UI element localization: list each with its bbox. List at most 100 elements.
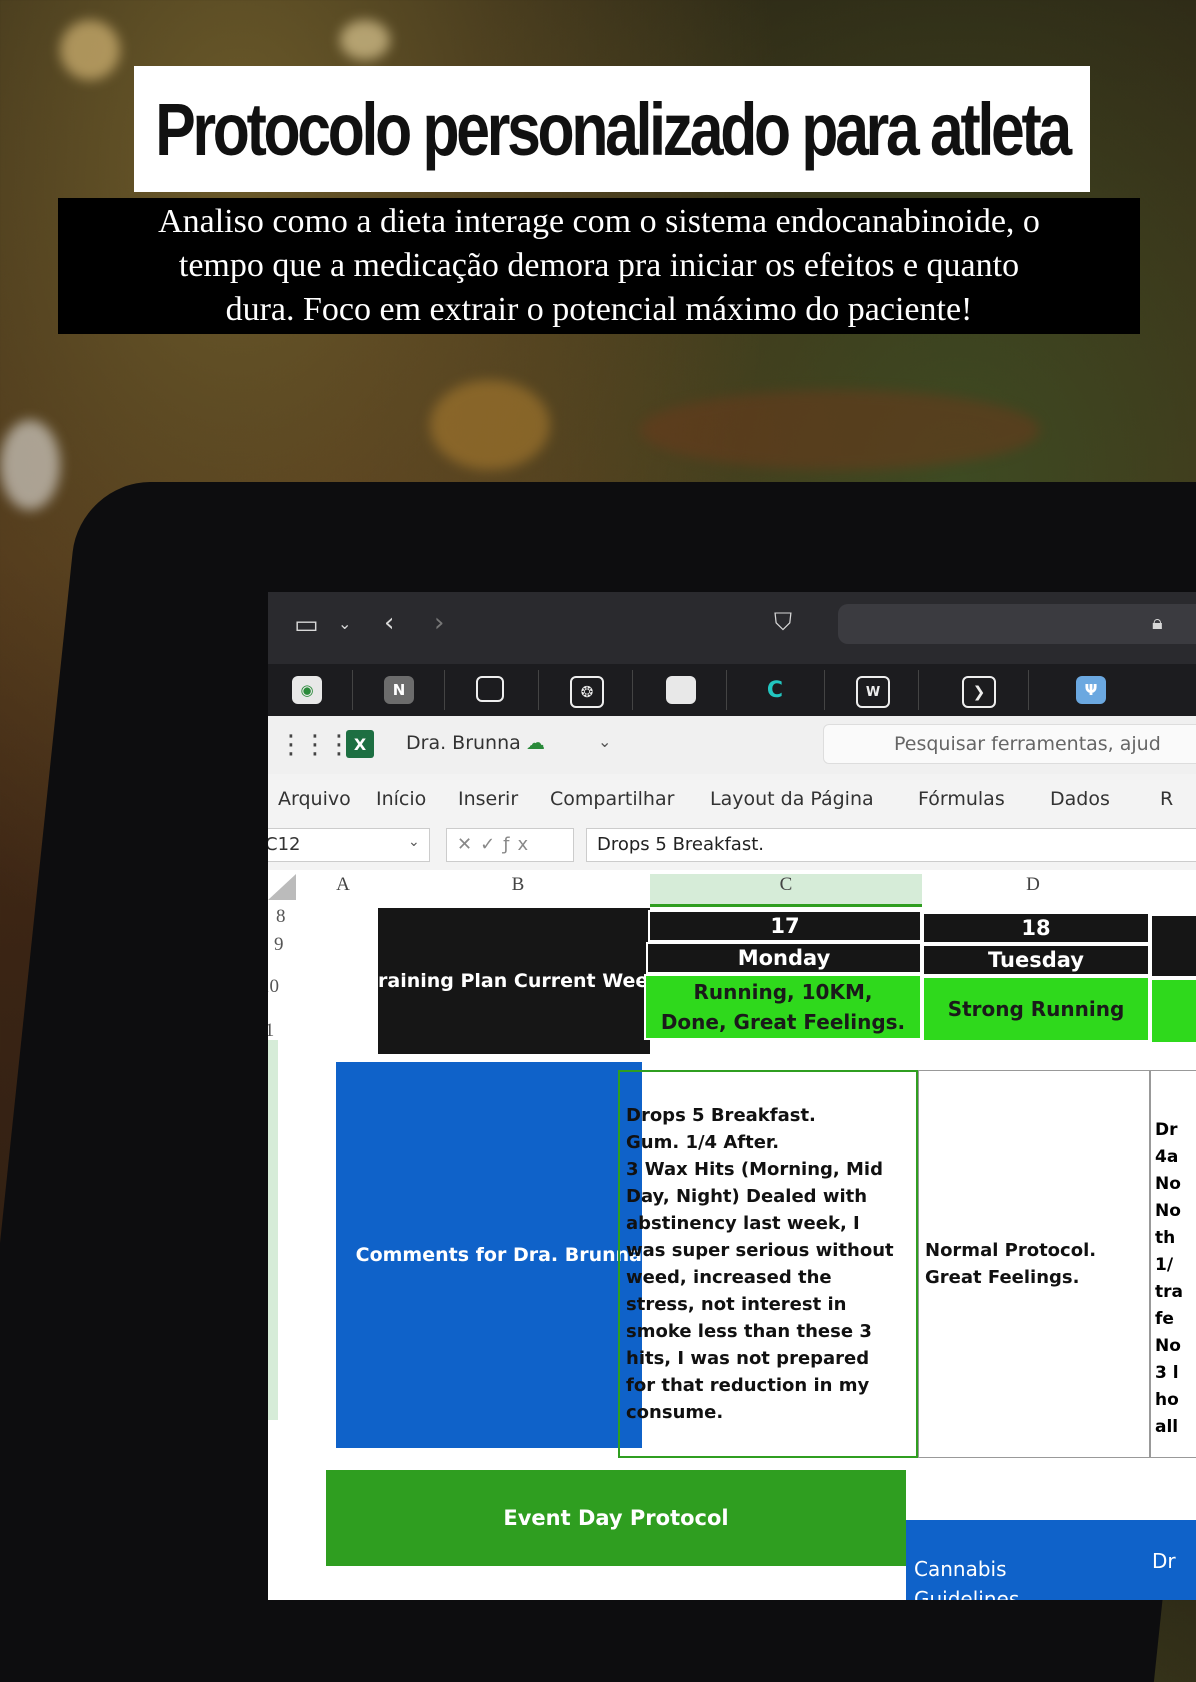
formula-bar: C12 ⌄ ✕✓ƒx Drops 5 Breakfast. — [268, 822, 1196, 870]
spreadsheet-grid: A B C D 8 9 10 11 12 13 14 15 16 raining… — [268, 870, 1196, 1600]
notion-icon[interactable]: N — [384, 676, 414, 704]
date-text: 18 — [1021, 916, 1051, 940]
training-text: Strong Running — [947, 997, 1125, 1021]
menu-inicio[interactable]: Início — [376, 788, 426, 810]
weekday-text: Tuesday — [988, 948, 1084, 972]
weekday-cell[interactable]: Tuesday — [922, 944, 1150, 976]
sidebar-toggle-icon[interactable]: ▭ — [294, 610, 319, 640]
favorite-site-icon[interactable]: ◉ — [292, 676, 322, 704]
training-cell[interactable]: Running, 10KM, Done, Great Feelings. — [644, 974, 922, 1040]
column-header-b[interactable]: B — [498, 874, 538, 904]
divider — [352, 670, 353, 710]
divider — [632, 670, 633, 710]
event-label-text: Event Day Protocol — [503, 1506, 729, 1530]
app-launcher-icon[interactable]: ⋮⋮⋮ — [278, 730, 352, 760]
favorites-bar: ◉ N ❂ C W ❯ Ψ — [268, 664, 1196, 716]
column-header-a[interactable]: A — [328, 874, 358, 904]
background-light — [60, 20, 120, 80]
menu-inserir[interactable]: Inserir — [458, 788, 518, 810]
word-icon[interactable]: W — [856, 676, 890, 708]
weekday-cell[interactable]: Monday — [646, 942, 922, 974]
formula-input[interactable]: Drops 5 Breakfast. — [586, 828, 1196, 862]
browser-toolbar: ▭ ⌄ ‹ › ⛉ 🔒︎ — [268, 592, 1196, 664]
date-cell[interactable]: 18 — [922, 912, 1150, 944]
column-header-d[interactable]: D — [1008, 874, 1058, 904]
excel-header: ⋮⋮⋮ X Dra. Brunna ☁︎ ⌄ ⌕ Pesquisar ferra… — [268, 716, 1196, 774]
partial-cell[interactable]: Dr — [1146, 1520, 1196, 1600]
subtitle-line: Analiso como a dieta interage com o sist… — [158, 203, 1040, 240]
partial-text: No — [1155, 1174, 1181, 1194]
address-bar[interactable] — [838, 604, 1196, 644]
cloud-saved-icon: ☁︎ — [526, 732, 545, 754]
training-plan-label[interactable]: raining Plan Current Wee — [378, 908, 650, 1054]
back-icon[interactable]: ‹ — [384, 608, 394, 638]
divider — [824, 670, 825, 710]
psi-icon[interactable]: Ψ — [1076, 676, 1106, 704]
cannabis-guidelines-cell[interactable]: Cannabis Guidelines — [906, 1520, 1146, 1600]
comment-text: Normal Protocol. Great Feelings. — [925, 1240, 1097, 1288]
comment-cell-d12[interactable]: Normal Protocol. Great Feelings. — [918, 1070, 1150, 1458]
row-header[interactable]: 9 — [274, 934, 284, 956]
chevron-down-icon[interactable]: ⌄ — [338, 614, 351, 633]
document-name[interactable]: Dra. Brunna — [406, 732, 521, 754]
partial-text: ho — [1155, 1390, 1179, 1410]
page-icon[interactable] — [666, 676, 696, 704]
shield-icon[interactable]: ⛉ — [774, 608, 792, 636]
laptop-screen: ▭ ⌄ ‹ › ⛉ 🔒︎ ◉ N ❂ C W ❯ Ψ ⋮⋮⋮ X Dra. Br… — [268, 592, 1196, 1600]
menu-dados[interactable]: Dados — [1050, 788, 1110, 810]
menu-revisao[interactable]: R — [1160, 788, 1173, 810]
chatgpt-icon[interactable]: ❂ — [570, 676, 604, 708]
partial-cell[interactable] — [1150, 914, 1196, 978]
chevron-down-icon[interactable]: ⌄ — [408, 834, 420, 850]
name-box[interactable]: C12 — [268, 828, 430, 862]
training-plan-text: raining Plan Current Wee — [378, 970, 649, 992]
row-header-selected[interactable] — [268, 1040, 278, 1420]
background-light — [340, 20, 390, 60]
forward-icon[interactable]: › — [434, 608, 444, 638]
weekday-text: Monday — [737, 946, 831, 970]
partial-text: No — [1155, 1201, 1181, 1221]
arrow-tag-icon[interactable]: ❯ — [962, 676, 996, 708]
square-icon[interactable] — [476, 676, 504, 702]
formula-controls[interactable]: ✕✓ƒx — [446, 828, 574, 862]
background-light — [0, 420, 60, 510]
partial-text: all — [1155, 1417, 1179, 1437]
row-header[interactable]: 11 — [268, 1020, 274, 1042]
menu-layout[interactable]: Layout da Página — [710, 788, 874, 810]
story-title: Protocolo personalizado para atleta — [155, 87, 1072, 171]
partial-text: Dr — [1155, 1120, 1178, 1140]
excel-logo-icon[interactable]: X — [346, 730, 374, 758]
chevron-down-icon[interactable]: ⌄ — [598, 732, 611, 751]
training-cell[interactable]: Strong Running — [922, 976, 1150, 1042]
menu-compartilhar[interactable]: Compartilhar — [550, 788, 674, 810]
lock-icon: 🔒︎ — [1152, 610, 1163, 634]
partial-cell[interactable] — [1150, 978, 1196, 1044]
menu-arquivo[interactable]: Arquivo — [278, 788, 351, 810]
column-header-c[interactable]: C — [650, 874, 922, 907]
divider — [538, 670, 539, 710]
story-title-box: Protocolo personalizado para atleta — [134, 66, 1090, 192]
date-text: 17 — [770, 914, 800, 938]
event-day-protocol[interactable]: Event Day Protocol — [326, 1470, 906, 1566]
comment-cell-e12[interactable]: Dr 4a No No th 1/ tra fe No 3 l ho all — [1150, 1070, 1196, 1458]
row-header[interactable]: 10 — [268, 976, 279, 998]
partial-text: th — [1155, 1228, 1176, 1248]
background-light — [640, 390, 1040, 470]
date-cell[interactable]: 17 — [648, 910, 922, 942]
canva-icon[interactable]: C — [760, 676, 790, 704]
search-input[interactable]: Pesquisar ferramentas, ajud — [823, 724, 1196, 764]
menu-formulas[interactable]: Fórmulas — [918, 788, 1005, 810]
partial-text: 3 l — [1155, 1363, 1179, 1383]
comment-text: Drops 5 Breakfast. Gum. 1/4 After. 3 Wax… — [626, 1105, 894, 1423]
ribbon-menu: Arquivo Início Inserir Compartilhar Layo… — [268, 774, 1196, 822]
divider — [918, 670, 919, 710]
background-light — [430, 380, 550, 470]
select-all-corner[interactable] — [268, 874, 296, 900]
subtitle-line: tempo que a medicação demora pra iniciar… — [178, 247, 1020, 284]
comments-label-text: Comments for Dra. Brunna — [355, 1244, 642, 1266]
comment-cell-c12[interactable]: Drops 5 Breakfast. Gum. 1/4 After. 3 Wax… — [618, 1070, 918, 1458]
row-header[interactable]: 8 — [276, 906, 286, 928]
divider — [1028, 670, 1029, 710]
comments-label[interactable]: Comments for Dra. Brunna — [336, 1062, 642, 1448]
training-text: Running, 10KM, Done, Great Feelings. — [660, 980, 906, 1034]
